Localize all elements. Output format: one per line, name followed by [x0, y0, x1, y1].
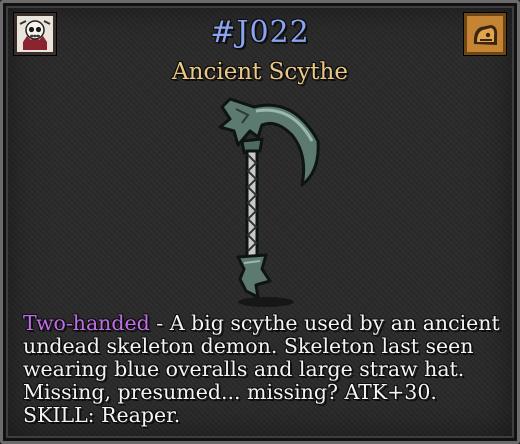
item-tooltip-card: #J022 Ancient Scythe Two-handed - A big …: [0, 0, 520, 444]
item-name: Ancient Scythe: [172, 59, 348, 85]
description-separator: -: [149, 311, 170, 335]
item-id: #J022: [210, 15, 310, 50]
handedness-tag: Two-handed: [23, 311, 150, 335]
scythe-icon: [218, 97, 320, 307]
item-description: Two-handed - A big scythe used by an anc…: [23, 312, 503, 427]
